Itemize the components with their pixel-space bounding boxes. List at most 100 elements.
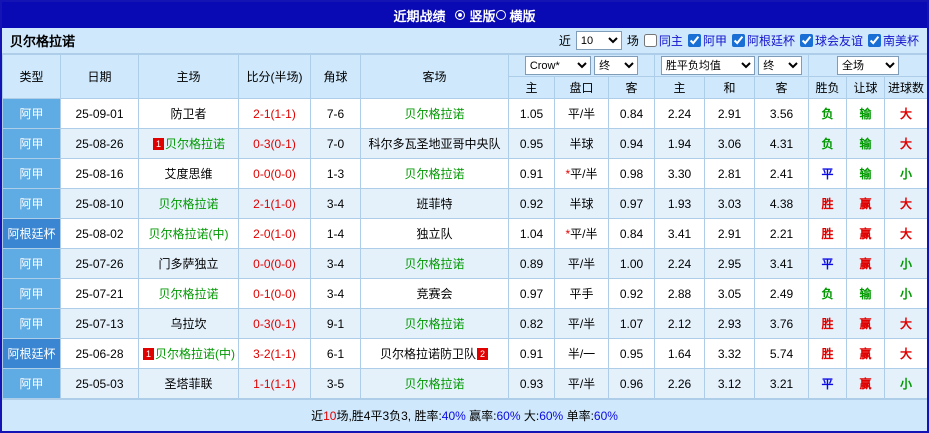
team-name-text: 贝尔格拉诺(中) bbox=[155, 347, 235, 361]
home-team-cell: 1 贝尔格拉诺(中) bbox=[138, 338, 239, 369]
subcol-handicap: 盘口 bbox=[554, 76, 609, 99]
filter-checkbox-item[interactable]: 球会友谊 bbox=[799, 32, 863, 49]
handicap-result-cell: 赢 bbox=[846, 188, 886, 219]
score-cell: 2-0(1-0) bbox=[238, 218, 311, 249]
team-name-text: 贝尔格拉诺 bbox=[404, 317, 465, 331]
draw-odds-cell: 2.95 bbox=[704, 248, 756, 279]
col-header-type: 类型 bbox=[2, 54, 61, 99]
team-name: 贝尔格拉诺 bbox=[10, 34, 76, 49]
asia-home-odds-cell: 0.93 bbox=[508, 368, 555, 399]
filter-checkbox-item[interactable]: 同主 bbox=[643, 32, 683, 49]
result-cell: 胜 bbox=[808, 338, 848, 369]
corner-cell: 7-6 bbox=[310, 98, 361, 129]
col-header-date: 日期 bbox=[60, 54, 139, 99]
lose-odds-cell: 2.21 bbox=[754, 218, 810, 249]
col-header-home: 主场 bbox=[138, 54, 239, 99]
lose-odds-cell: 3.76 bbox=[754, 308, 810, 339]
summary-segment: 场,胜4平3负3, 胜率: bbox=[336, 409, 442, 423]
date-cell: 25-08-26 bbox=[60, 128, 139, 159]
subcol-asia-home: 主 bbox=[508, 76, 555, 99]
asia-away-odds-cell: 0.94 bbox=[607, 128, 656, 159]
handicap-cell: 平手 bbox=[554, 278, 609, 309]
away-team-cell: 贝尔格拉诺 bbox=[360, 158, 509, 189]
handicap-cell: 平/半 bbox=[554, 98, 609, 129]
radio-label-text: 横版 bbox=[509, 8, 536, 24]
corner-cell: 3-5 bbox=[310, 368, 361, 399]
score-cell: 2-1(1-0) bbox=[238, 188, 311, 219]
score-cell: 1-1(1-1) bbox=[238, 368, 311, 399]
draw-odds-cell: 3.05 bbox=[704, 278, 756, 309]
away-team-cell: 独立队 bbox=[360, 218, 509, 249]
goals-result-cell: 小 bbox=[884, 278, 927, 309]
league-cell: 阿甲 bbox=[2, 128, 61, 159]
result-cell: 负 bbox=[808, 278, 848, 309]
filter-checkbox[interactable] bbox=[731, 34, 745, 47]
layout-radio[interactable]: 横版 bbox=[495, 6, 536, 25]
lose-odds-cell: 3.56 bbox=[754, 98, 810, 129]
filter-checkbox-item[interactable]: 阿甲 bbox=[687, 32, 727, 49]
goals-result-cell: 大 bbox=[884, 338, 927, 369]
league-cell: 阿甲 bbox=[2, 278, 61, 309]
asia-away-odds-cell: 0.98 bbox=[607, 158, 656, 189]
col-header-away: 客场 bbox=[360, 54, 509, 99]
handicap-cell: 半球 bbox=[554, 188, 609, 219]
team-name-text: 贝尔格拉诺 bbox=[164, 137, 225, 151]
subcol-asia-away: 客 bbox=[607, 76, 656, 99]
subcol-handicap-result: 让球 bbox=[846, 76, 886, 99]
score-cell: 2-1(1-1) bbox=[238, 98, 311, 129]
corner-cell: 1-4 bbox=[310, 218, 361, 249]
league-cell: 阿甲 bbox=[2, 98, 61, 129]
red-card-badge: 1 bbox=[143, 348, 154, 360]
draw-odds-cell: 3.32 bbox=[704, 338, 756, 369]
draw-odds-cell: 3.03 bbox=[704, 188, 756, 219]
filter-checkbox[interactable] bbox=[687, 34, 701, 47]
handicap-result-cell: 赢 bbox=[846, 248, 886, 279]
team-name-text: 贝尔格拉诺(中) bbox=[148, 227, 229, 241]
away-team-cell: 班菲特 bbox=[360, 188, 509, 219]
handicap-cell: 平/半 bbox=[554, 308, 609, 339]
home-team-cell: 1 贝尔格拉诺 bbox=[138, 128, 239, 159]
handicap-result-cell: 赢 bbox=[846, 338, 886, 369]
subcol-draw: 和 bbox=[704, 76, 756, 99]
team-name-text: 贝尔格拉诺 bbox=[404, 107, 465, 121]
score-cell: 3-2(1-1) bbox=[238, 338, 311, 369]
odds-stage-select[interactable]: 终 bbox=[594, 56, 639, 75]
goals-result-cell: 大 bbox=[884, 308, 927, 339]
fulltime-scope-select[interactable]: 全场 bbox=[837, 56, 900, 75]
match-count-select[interactable]: 10 bbox=[575, 31, 622, 50]
team-name-text: 贝尔格拉诺 bbox=[404, 167, 465, 181]
score-cell: 0-3(0-1) bbox=[238, 128, 311, 159]
corner-cell: 3-4 bbox=[310, 248, 361, 279]
europe-average-select[interactable]: 胜平负均值 bbox=[660, 56, 755, 75]
team-name-text: 贝尔格拉诺 bbox=[404, 377, 465, 391]
win-odds-cell: 2.88 bbox=[654, 278, 706, 309]
odds-company-select[interactable]: Crow* bbox=[524, 56, 591, 75]
radio-label-text: 竖版 bbox=[469, 8, 496, 24]
away-team-cell: 贝尔格拉诺 bbox=[360, 368, 509, 399]
date-cell: 25-06-28 bbox=[60, 338, 139, 369]
recent-results-panel: 近期战绩 竖版 横版 贝尔格拉诺 近 10 场 同主 阿甲 阿根廷杯 球会友谊 南美杯 类… bbox=[0, 0, 929, 433]
europe-stage-select[interactable]: 终 bbox=[758, 56, 803, 75]
handicap-result-cell: 输 bbox=[846, 158, 886, 189]
away-team-cell: 贝尔格拉诺 bbox=[360, 308, 509, 339]
filter-checkbox-label: 球会友谊 bbox=[814, 34, 863, 48]
filter-checkbox[interactable] bbox=[799, 34, 813, 47]
win-odds-cell: 2.26 bbox=[654, 368, 706, 399]
layout-radio[interactable]: 竖版 bbox=[455, 6, 496, 25]
result-cell: 胜 bbox=[808, 308, 848, 339]
team-name-text: 贝尔格拉诺 bbox=[158, 197, 219, 211]
home-team-cell: 贝尔格拉诺 bbox=[138, 278, 239, 309]
handicap-cell: *平/半 bbox=[554, 158, 609, 189]
filter-checkbox[interactable] bbox=[643, 34, 657, 47]
win-odds-cell: 1.93 bbox=[654, 188, 706, 219]
draw-odds-cell: 2.91 bbox=[704, 218, 756, 249]
filter-checkbox-item[interactable]: 阿根廷杯 bbox=[731, 32, 795, 49]
asia-home-odds-cell: 0.95 bbox=[508, 128, 555, 159]
handicap-cell: 半球 bbox=[554, 128, 609, 159]
filter-checkbox-item[interactable]: 南美杯 bbox=[867, 32, 919, 49]
league-cell: 阿甲 bbox=[2, 158, 61, 189]
summary-bar: 近10场,胜4平3负3, 胜率:40% 赢率:60% 大:60% 单率:60% bbox=[2, 399, 927, 431]
league-filter-checkboxes: 同主 阿甲 阿根廷杯 球会友谊 南美杯 bbox=[643, 32, 919, 49]
match-row: 阿甲 25-07-21 贝尔格拉诺 0-1(0-0) 3-4 竞赛会 0.97 平手 0.92 2… bbox=[2, 278, 927, 309]
filter-checkbox[interactable] bbox=[867, 34, 881, 47]
